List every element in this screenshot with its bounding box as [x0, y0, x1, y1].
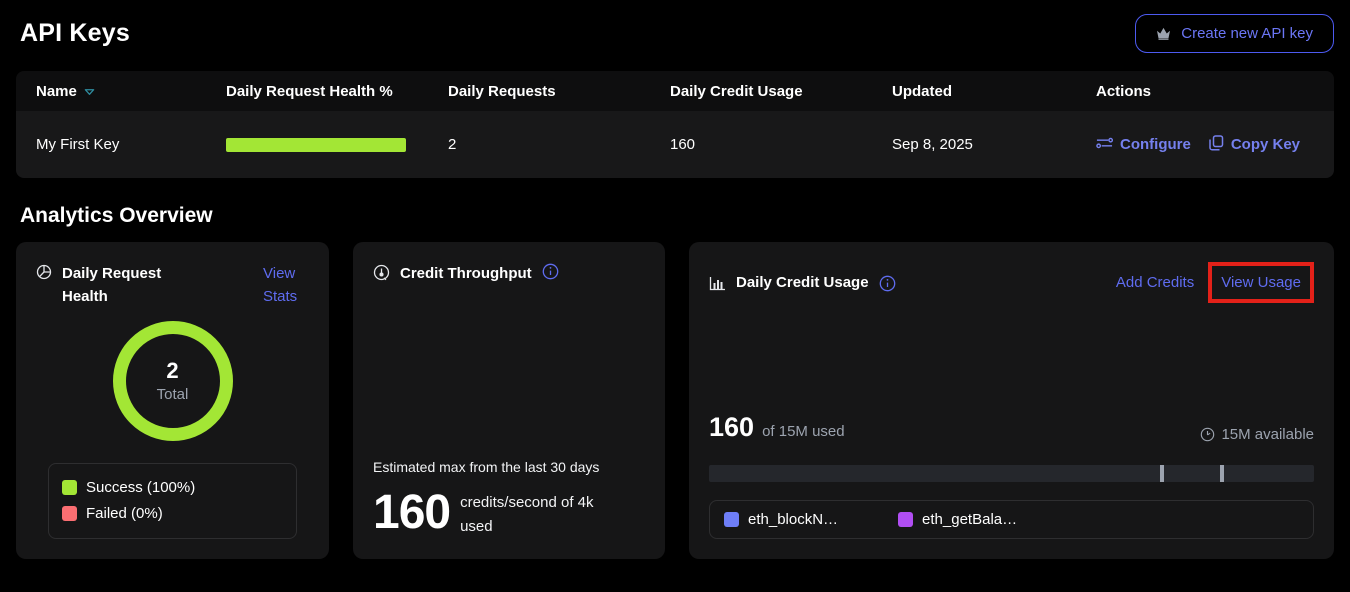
- page-title: API Keys: [20, 19, 130, 48]
- donut-chart: 2 Total: [36, 321, 309, 441]
- donut-ring: 2 Total: [113, 321, 233, 441]
- progress-marker: [1160, 465, 1164, 482]
- health-legend: Success (100%) Failed (0%): [48, 463, 297, 539]
- credits-used-value: 160: [709, 412, 754, 443]
- method-swatch: [898, 512, 913, 527]
- success-swatch: [62, 480, 77, 495]
- usage-summary: 160 of 15M used 15M available: [709, 412, 1314, 443]
- daily-credit-usage-value: 160: [670, 136, 892, 153]
- configure-button[interactable]: Configure: [1096, 136, 1191, 154]
- gauge-icon: [373, 264, 390, 281]
- card-header: Daily Credit Usage Add Credits View Usag…: [709, 262, 1314, 303]
- dashboard-page: API Keys Create new API key Name Daily R…: [0, 0, 1350, 592]
- failed-swatch: [62, 506, 77, 521]
- throughput-value: 160: [373, 489, 450, 537]
- donut-total-value: 2: [166, 358, 178, 384]
- card-title: Daily Request Health: [62, 262, 172, 309]
- create-api-key-button[interactable]: Create new API key: [1135, 14, 1334, 53]
- api-key-name: My First Key: [36, 136, 226, 153]
- column-header-actions: Actions: [1096, 83, 1334, 100]
- add-credits-link[interactable]: Add Credits: [1116, 271, 1194, 294]
- daily-credit-usage-card: Daily Credit Usage Add Credits View Usag…: [689, 242, 1334, 559]
- updated-value: Sep 8, 2025: [892, 136, 1096, 153]
- donut-total-label: Total: [157, 386, 189, 403]
- progress-marker: [1220, 465, 1224, 482]
- card-title: Credit Throughput: [400, 262, 532, 285]
- api-keys-table: Name Daily Request Health % Daily Reques…: [16, 71, 1334, 178]
- gauge-small-icon: [1200, 427, 1215, 442]
- throughput-subtitle: Estimated max from the last 30 days: [373, 459, 645, 475]
- credit-usage-progress-bar: [709, 465, 1314, 482]
- daily-requests-value: 2: [448, 136, 670, 153]
- credit-usage-legend: eth_blockN… eth_getBala…: [709, 500, 1314, 539]
- card-title: Daily Credit Usage: [736, 271, 869, 294]
- analytics-overview-title: Analytics Overview: [20, 204, 1350, 228]
- info-icon[interactable]: [879, 275, 896, 292]
- column-header-credit-usage: Daily Credit Usage: [670, 83, 892, 100]
- bar-chart-icon: [709, 276, 726, 291]
- topbar: API Keys Create new API key: [0, 0, 1350, 65]
- legend-item-eth-blocknumber: eth_blockN…: [724, 511, 838, 528]
- legend-item-failed: Failed (0%): [62, 501, 283, 527]
- info-icon[interactable]: [542, 263, 559, 280]
- copy-icon: [1209, 135, 1224, 155]
- sliders-icon: [1096, 136, 1113, 154]
- annotation-highlight-box: View Usage: [1208, 262, 1314, 303]
- column-header-health: Daily Request Health %: [226, 83, 448, 100]
- credits-used-suffix: of 15M used: [762, 423, 845, 440]
- throughput-unit: credits/second of 4k used: [460, 491, 620, 539]
- credit-throughput-card: Credit Throughput Estimated max from the…: [353, 242, 665, 559]
- crown-icon: [1156, 27, 1171, 40]
- pie-chart-icon: [36, 264, 52, 309]
- view-usage-link[interactable]: View Usage: [1221, 274, 1301, 291]
- analytics-cards: Daily Request Health View Stats 2 Total …: [16, 242, 1334, 559]
- method-swatch: [724, 512, 739, 527]
- column-header-requests: Daily Requests: [448, 83, 670, 100]
- create-api-key-label: Create new API key: [1181, 25, 1313, 42]
- copy-key-button[interactable]: Copy Key: [1209, 135, 1300, 155]
- credits-available: 15M available: [1200, 426, 1314, 443]
- daily-request-health-card: Daily Request Health View Stats 2 Total …: [16, 242, 329, 559]
- view-stats-link[interactable]: View Stats: [263, 262, 309, 309]
- actions-cell: Configure Copy Key: [1096, 135, 1334, 155]
- legend-item-eth-getbalance: eth_getBala…: [898, 511, 1017, 528]
- legend-item-success: Success (100%): [62, 475, 283, 501]
- table-row: My First Key 2 160 Sep 8, 2025 Configure: [16, 111, 1334, 178]
- column-header-name[interactable]: Name: [36, 83, 226, 100]
- card-header: Credit Throughput: [373, 262, 645, 285]
- throughput-stats: Estimated max from the last 30 days 160 …: [373, 459, 645, 539]
- card-header: Daily Request Health View Stats: [36, 262, 309, 309]
- column-header-updated: Updated: [892, 83, 1096, 100]
- sort-chevron-icon: [84, 88, 95, 96]
- table-header-row: Name Daily Request Health % Daily Reques…: [16, 71, 1334, 111]
- health-bar: [226, 138, 406, 152]
- health-bar-cell: [226, 138, 448, 152]
